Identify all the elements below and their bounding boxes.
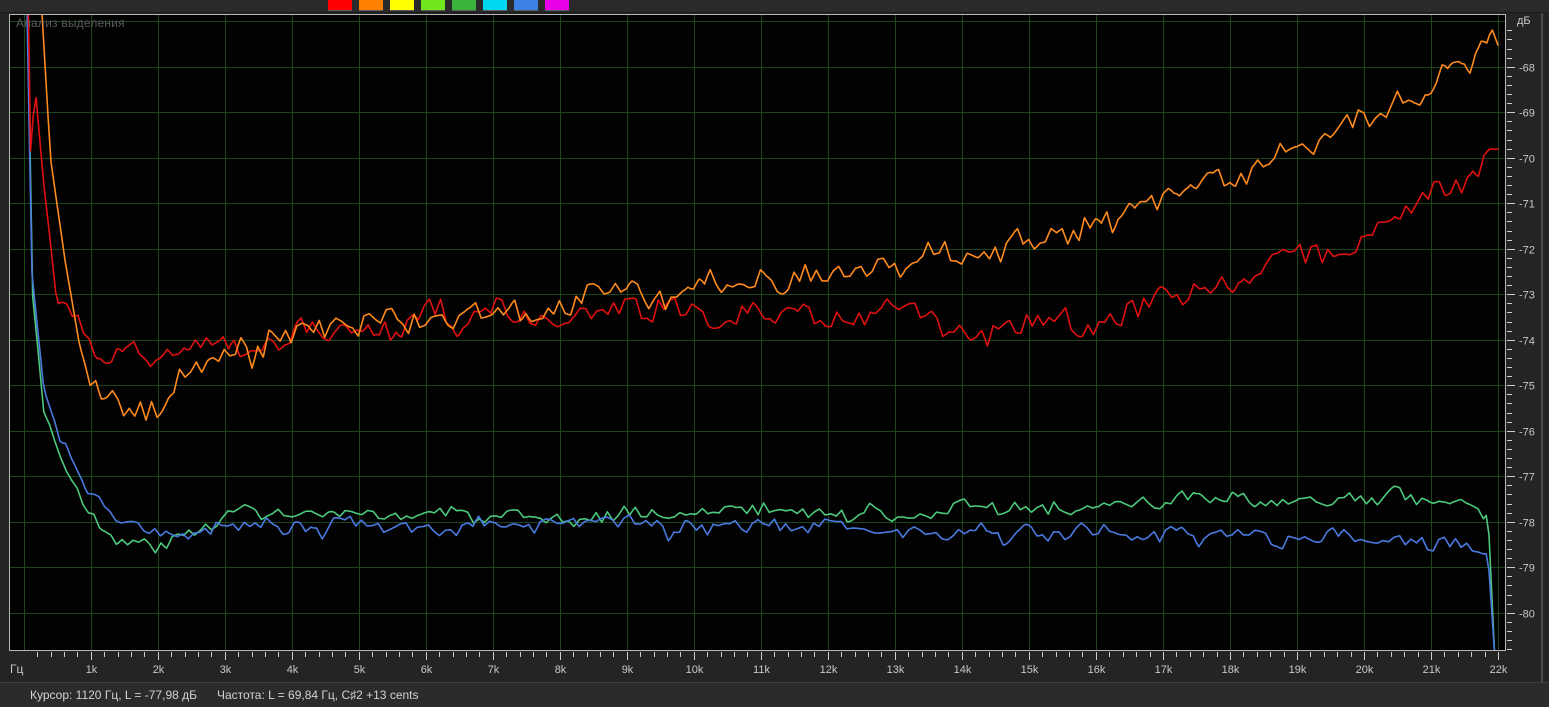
selection-analysis-window: -68 -69 -70 -71 -72 -73 -74 -75 -76 -77 -78 -79 -80 1…	[0, 0, 1549, 707]
spectrum-plot[interactable]: -68 -69 -70 -71 -72 -73 -74 -75 -76 -77 -78 -79 -80 1…	[0, 0, 1549, 707]
y-tick-label: -69	[1519, 108, 1535, 120]
plot-background	[9, 14, 1506, 651]
x-tick-label: 1k	[86, 664, 98, 676]
chart-region: -68 -69 -70 -71 -72 -73 -74 -75 -76 -77 -78 -79 -80 1…	[0, 0, 1549, 707]
x-tick-label: 4k	[287, 664, 299, 676]
x-tick-label: 12k	[820, 664, 838, 676]
x-tick-label: 17k	[1155, 664, 1173, 676]
x-tick-label: 22k	[1490, 664, 1508, 676]
x-tick-label: 7k	[488, 664, 500, 676]
y-tick-label: -77	[1519, 472, 1535, 484]
y-tick-label: -73	[1519, 290, 1535, 302]
y-axis-unit-label: дБ	[1517, 15, 1531, 27]
y-tick-label: -71	[1519, 199, 1535, 211]
x-tick-label: 16k	[1088, 664, 1106, 676]
window-right-edge	[1541, 13, 1543, 683]
x-tick-label: 15k	[1021, 664, 1039, 676]
y-tick-label: -75	[1519, 381, 1535, 393]
x-tick-label: 18k	[1222, 664, 1240, 676]
y-tick-label: -78	[1519, 518, 1535, 530]
y-tick-label: -76	[1519, 427, 1535, 439]
x-axis-unit-label: Гц	[10, 662, 23, 676]
status-frequency-readout: Частота: L = 69,84 Гц, C♯2 +13 cents	[217, 688, 419, 702]
x-tick-label: 10k	[686, 664, 704, 676]
x-tick-label: 20k	[1356, 664, 1374, 676]
x-tick-label: 3k	[220, 664, 232, 676]
x-tick-label: 5k	[354, 664, 366, 676]
y-tick-label: -79	[1519, 563, 1535, 575]
x-tick-label: 19k	[1289, 664, 1307, 676]
y-tick-label: -70	[1519, 154, 1535, 166]
y-tick-label: -72	[1519, 245, 1535, 257]
x-tick-label: 9k	[622, 664, 634, 676]
x-tick-label: 8k	[555, 664, 567, 676]
x-tick-label: 14k	[954, 664, 972, 676]
x-tick-label: 21k	[1423, 664, 1441, 676]
y-tick-label: -74	[1519, 336, 1535, 348]
x-tick-label: 6k	[421, 664, 433, 676]
x-tick-label: 11k	[753, 664, 770, 676]
x-tick-label: 2k	[153, 664, 165, 676]
status-cursor-readout: Курсор: 1120 Гц, L = -77,98 дБ	[30, 688, 197, 702]
y-tick-label: -68	[1519, 63, 1535, 75]
status-bar: Курсор: 1120 Гц, L = -77,98 дБ Частота: …	[0, 682, 1549, 707]
y-tick-label: -80	[1519, 609, 1535, 621]
x-tick-label: 13k	[887, 664, 905, 676]
